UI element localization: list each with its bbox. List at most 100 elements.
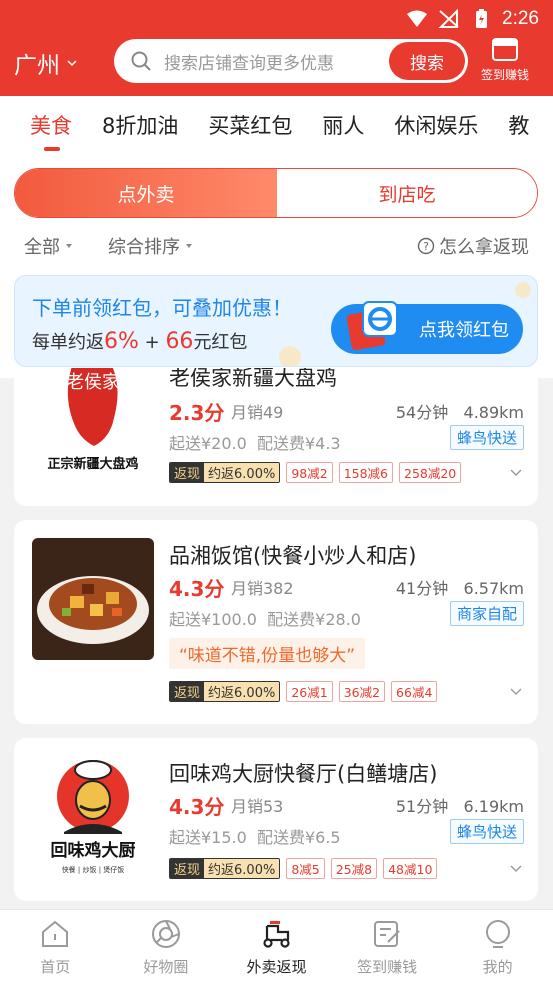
review-quote: “味道不错,份量也够大”	[169, 638, 366, 669]
delivery-time: 54分钟	[395, 403, 449, 422]
discount-tag: 25减8	[330, 858, 378, 879]
store-distance: 4.89km	[463, 403, 524, 422]
cashback-label: 返现	[170, 682, 205, 701]
cashback-badge: 返现 约返6.00%	[169, 681, 281, 702]
wifi-icon	[407, 10, 428, 27]
cashback-help-link[interactable]: ? 怎么拿返现	[417, 233, 529, 259]
expand-chevron-icon[interactable]	[510, 865, 522, 873]
red-envelope-icon	[346, 301, 398, 351]
store-rating: 2.3分	[169, 401, 225, 425]
store-name: 老侯家新疆大盘鸡	[169, 368, 337, 390]
coin-decoration	[279, 346, 301, 366]
tab-grocery-coupon[interactable]: 买菜红包	[208, 110, 292, 150]
filter-row: 全部 综合排序 ? 怎么拿返现	[24, 232, 529, 260]
nav-profile[interactable]: 我的	[442, 910, 553, 983]
coin-decoration	[515, 282, 531, 298]
order-mode-toggle: 点外卖 到店吃	[14, 168, 538, 218]
store-card[interactable]: 品湘饭馆(快餐小炒人和店) 4.3分 月销382 41分钟 6.57km 起送¥…	[14, 520, 538, 724]
tab-leisure[interactable]: 休闲娱乐	[394, 110, 478, 150]
store-card[interactable]: 老侯家 正宗新疆大盘鸡 老侯家新疆大盘鸡 2.3分 月销49 54分钟 4.89…	[14, 368, 538, 506]
delivery-fee: 配送费¥28.0	[267, 610, 361, 629]
scooter-icon	[263, 921, 291, 948]
nav-takeout-label: 外卖返现	[246, 958, 307, 976]
discount-tag: 158减6	[338, 462, 393, 483]
cashback-label: 返现	[170, 859, 205, 878]
search-icon	[131, 51, 151, 71]
bottom-nav: 首页 好物圈 外卖返现 签到赚钱 我的	[0, 909, 553, 983]
nav-checkin-earn[interactable]: 签到赚钱	[332, 910, 443, 983]
store-distance: 6.19km	[463, 797, 524, 816]
camera-icon	[151, 920, 180, 948]
store-photo	[32, 538, 154, 660]
nav-goods-label: 好物圈	[143, 958, 189, 976]
nav-takeout-cashback[interactable]: 外卖返现	[221, 910, 332, 983]
min-order: 起送¥100.0	[169, 610, 257, 629]
signin-earn-button[interactable]: 签到赚钱	[478, 36, 532, 83]
checkin-calendar-icon	[492, 38, 518, 61]
store-sales: 月销49	[231, 403, 284, 422]
store-name: 回味鸡大厨快餐厅(白鳝塘店)	[169, 762, 438, 786]
filter-sort[interactable]: 综合排序	[108, 233, 192, 259]
active-tab-indicator	[44, 147, 60, 151]
promo-prefix: 每单约返	[32, 332, 104, 353]
tab-food[interactable]: 美食	[30, 110, 72, 150]
svg-text:?: ?	[423, 240, 429, 253]
delivery-fee: 配送费¥6.5	[256, 828, 341, 847]
question-circle-icon: ?	[417, 237, 435, 255]
tab-fuel-discount[interactable]: 8折加油	[102, 110, 178, 150]
cashback-badge: 返现 约返6.00%	[169, 858, 281, 879]
nav-goods-circle[interactable]: 好物圈	[111, 910, 222, 983]
cashback-badge: 返现 约返6.00%	[169, 462, 281, 483]
promo-title: 下单前领红包，可叠加优惠！	[32, 296, 292, 320]
city-selector[interactable]: 广州	[14, 46, 78, 80]
dropdown-arrow-icon	[66, 244, 72, 248]
store-time-distance: 54分钟 4.89km	[396, 399, 524, 423]
promo-banner[interactable]: 下单前领红包，可叠加优惠！ 每单约返6% + 66元红包 点我领红包	[14, 275, 538, 367]
promo-suffix: 元红包	[193, 332, 248, 353]
filter-sort-label: 综合排序	[108, 237, 180, 258]
store-time-distance: 51分钟 6.19km	[396, 793, 524, 817]
city-label: 广州	[14, 53, 60, 79]
expand-chevron-icon[interactable]	[510, 469, 522, 477]
store-name: 品湘饭馆(快餐小炒人和店)	[169, 544, 417, 568]
delivery-fee: 配送费¥4.3	[256, 434, 341, 453]
expand-chevron-icon[interactable]	[510, 688, 522, 696]
profile-icon	[485, 920, 510, 948]
promo-subtitle: 每单约返6% + 66元红包	[32, 328, 247, 354]
min-order: 起送¥15.0	[169, 828, 247, 847]
filter-all[interactable]: 全部	[24, 233, 72, 259]
discount-tag: 66减4	[391, 681, 438, 702]
filter-all-label: 全部	[24, 237, 60, 258]
delivery-type-badge: 蜂鸟快送	[449, 425, 524, 450]
discount-tag: 8减5	[286, 858, 325, 879]
signal-off-icon	[438, 9, 459, 28]
promo-tags: 返现 约返6.00% 8减5 25减8 48减10	[169, 858, 438, 879]
store-logo-subtext: 正宗新疆大盘鸡	[47, 456, 138, 472]
dropdown-arrow-icon	[186, 244, 192, 248]
tab-takeout[interactable]: 点外卖	[15, 169, 277, 217]
promo-percent: 6%	[104, 329, 139, 354]
search-button[interactable]: 搜索	[389, 42, 465, 80]
store-fees: 起送¥20.0 配送费¥4.3	[169, 430, 341, 454]
category-tabs: 美食 8折加油 买菜红包 丽人 休闲娱乐 教	[0, 110, 553, 150]
store-card[interactable]: 回味鸡大厨 快餐 | 炒饭 | 煲仔饭 回味鸡大厨快餐厅(白鳝塘店) 4.3分 …	[14, 738, 538, 901]
discount-tag: 36减2	[338, 681, 386, 702]
search-bar[interactable]: 搜索店铺查询更多优惠 搜索	[114, 39, 468, 83]
promo-plus: +	[138, 332, 166, 353]
store-time-distance: 41分钟 6.57km	[396, 575, 524, 599]
store-logo-subtext: 快餐 | 炒饭 | 煲仔饭	[62, 865, 125, 874]
tab-education[interactable]: 教	[508, 110, 529, 150]
discount-tag: 98减2	[286, 462, 333, 483]
store-fees: 起送¥100.0 配送费¥28.0	[169, 606, 361, 630]
nav-home[interactable]: 首页	[0, 910, 111, 983]
tab-dine-in[interactable]: 到店吃	[277, 169, 537, 217]
store-sales: 月销382	[231, 579, 294, 598]
promo-tags: 返现 约返6.00% 26减1 36减2 66减4	[169, 681, 438, 702]
store-sales: 月销53	[231, 797, 284, 816]
discount-tag: 48减10	[383, 858, 438, 879]
home-icon	[42, 920, 69, 947]
cashback-rate: 约返6.00%	[204, 859, 280, 878]
store-logo-text: 回味鸡大厨	[51, 840, 136, 861]
tab-beauty[interactable]: 丽人	[322, 110, 364, 150]
nav-home-label: 首页	[40, 958, 71, 976]
